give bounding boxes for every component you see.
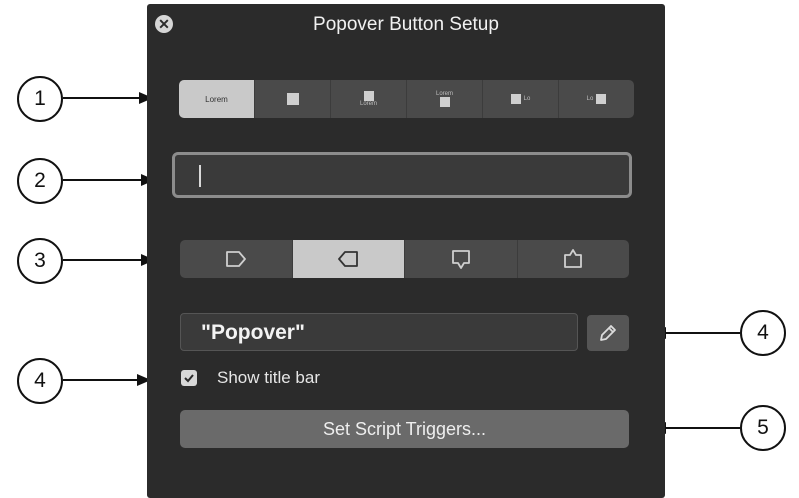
popover-right-icon — [225, 251, 246, 267]
popover-direction-down[interactable] — [404, 240, 517, 278]
arrow-1 — [63, 92, 153, 104]
label-position-right[interactable]: Lo — [482, 80, 558, 118]
arrow-3 — [63, 254, 155, 266]
title-bar: ✕ Popover Button Setup — [147, 4, 665, 44]
button-label-input[interactable] — [172, 152, 632, 198]
set-script-triggers-button[interactable]: Set Script Triggers... — [180, 410, 629, 448]
callout-1: 1 — [17, 76, 63, 122]
callout-4-left: 4 — [17, 358, 63, 404]
square-icon — [286, 93, 299, 105]
label-position-left[interactable]: Lo — [558, 80, 634, 118]
popover-direction-up[interactable] — [516, 240, 630, 278]
label-position-above[interactable]: Lorem — [406, 80, 482, 118]
text-caret — [199, 165, 201, 187]
label-position-text: Lo — [586, 96, 594, 102]
callout-5: 5 — [740, 405, 786, 451]
arrow-4-left — [63, 374, 151, 386]
label-position-below[interactable]: Lorem — [330, 80, 406, 118]
label-position-text-only[interactable]: Lorem — [179, 80, 254, 118]
label-position-text: Lo — [523, 96, 531, 102]
label-position-text: Lorem — [205, 94, 228, 104]
callout-2: 2 — [17, 158, 63, 204]
show-title-bar-checkbox[interactable] — [181, 370, 197, 386]
square-icon — [596, 94, 607, 104]
popover-up-icon — [564, 249, 583, 268]
label-position-text: Lorem — [359, 101, 377, 107]
popover-down-icon — [451, 250, 470, 269]
edit-name-button[interactable] — [587, 315, 629, 351]
popover-left-icon — [338, 251, 359, 267]
show-title-bar-label: Show title bar — [217, 368, 320, 387]
arrow-5 — [652, 422, 740, 434]
label-position-selector: Lorem Lorem Lorem Lo Lo — [179, 80, 634, 118]
label-position-icon-only[interactable] — [254, 80, 330, 118]
callout-3: 3 — [17, 238, 63, 284]
popover-direction-right[interactable] — [180, 240, 292, 278]
callout-4-right: 4 — [740, 310, 786, 356]
arrow-2 — [63, 174, 155, 186]
popover-name-field[interactable]: "Popover" — [180, 313, 578, 351]
checkmark-icon — [184, 374, 194, 383]
popover-direction-left[interactable] — [291, 240, 404, 278]
square-icon — [439, 97, 450, 107]
arrow-4-right — [652, 327, 740, 339]
square-icon — [363, 91, 374, 101]
pencil-icon — [600, 325, 616, 341]
dialog-title: Popover Button Setup — [313, 14, 499, 35]
popover-direction-selector — [180, 240, 629, 278]
square-icon — [510, 94, 521, 104]
